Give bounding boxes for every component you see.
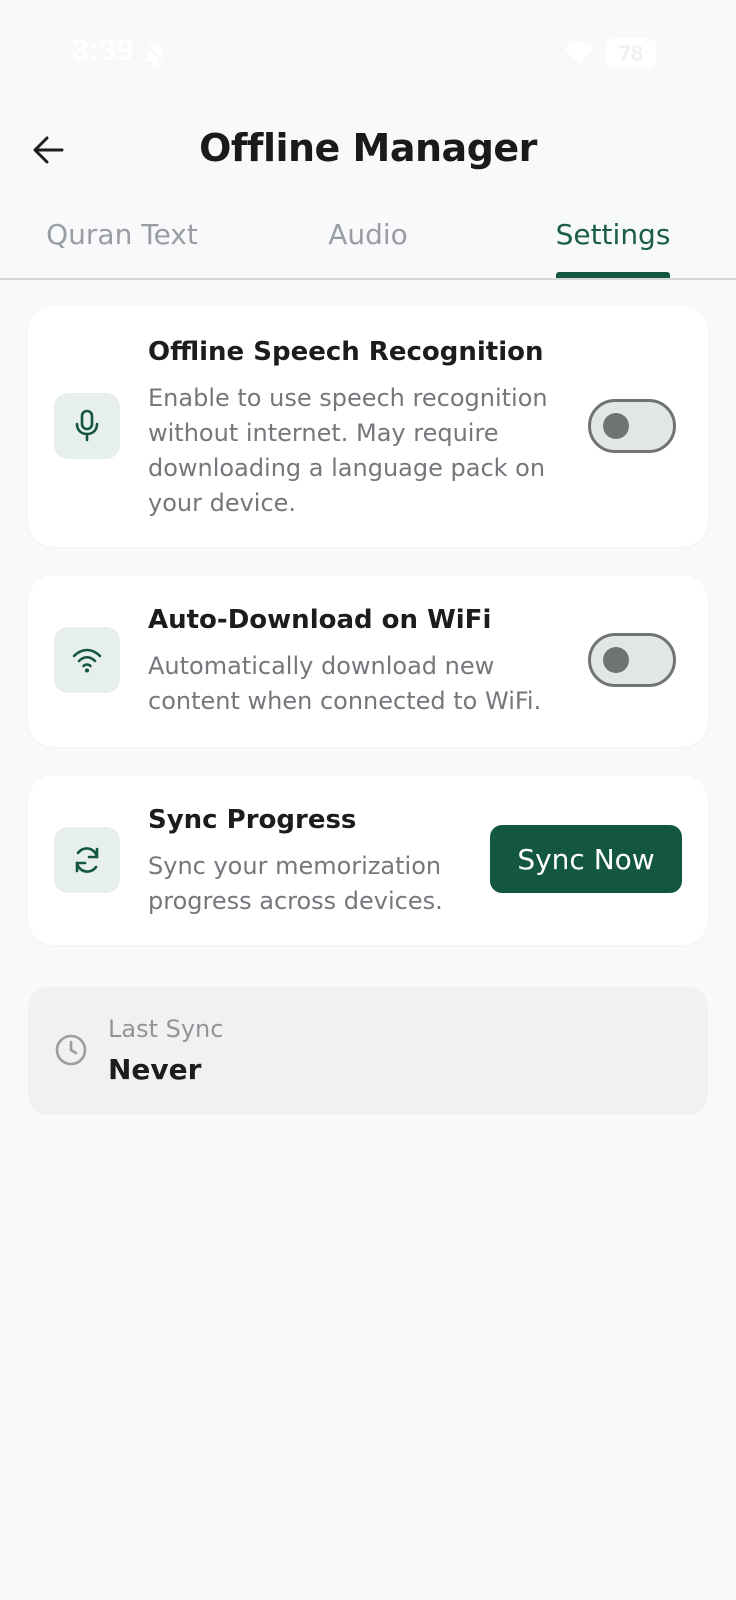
sync-now-button[interactable]: Sync Now <box>490 825 682 893</box>
wifi-description: Automatically download new content when … <box>148 652 542 715</box>
status-bar: 3:39 78 <box>0 0 736 100</box>
wifi-toggle[interactable] <box>588 633 676 687</box>
speech-icon-box <box>54 393 120 459</box>
toggle-knob <box>603 647 629 673</box>
battery-level: 78 <box>618 41 644 66</box>
active-tab-indicator <box>556 272 670 278</box>
sync-progress-card: Sync Progress Sync your memorization pro… <box>28 775 708 945</box>
toggle-knob <box>603 413 629 439</box>
tab-settings[interactable]: Settings <box>546 218 680 278</box>
sync-title: Sync Progress <box>148 805 357 835</box>
microphone-icon <box>75 409 99 442</box>
speech-title: Offline Speech Recognition <box>148 337 544 367</box>
sync-icon <box>75 847 99 873</box>
clock-icon <box>55 1034 87 1066</box>
battery-indicator: 78 <box>606 38 656 68</box>
wifi-status-icon <box>564 42 594 64</box>
last-sync-panel: Last Sync Never <box>28 987 708 1115</box>
last-sync-value: Never <box>108 1053 202 1086</box>
wifi-icon-box <box>54 627 120 693</box>
wifi-icon <box>72 648 102 673</box>
tab-audio[interactable]: Audio <box>300 218 436 278</box>
wifi-title: Auto-Download on WiFi <box>148 605 492 635</box>
tab-bar: Quran Text Audio Settings <box>0 210 736 280</box>
sync-description: Sync your memorization progress across d… <box>148 852 443 915</box>
sync-icon-box <box>54 827 120 893</box>
speech-toggle[interactable] <box>588 399 676 453</box>
speech-recognition-card: Offline Speech Recognition Enable to use… <box>28 305 708 547</box>
bell-muted-icon <box>144 42 166 67</box>
auto-download-card: Auto-Download on WiFi Automatically down… <box>28 575 708 747</box>
tab-quran-text[interactable]: Quran Text <box>32 218 212 278</box>
last-sync-label: Last Sync <box>108 1015 224 1043</box>
page-title: Offline Manager <box>199 126 537 170</box>
status-time: 3:39 <box>72 34 135 67</box>
speech-description: Enable to use speech recognition without… <box>148 384 548 517</box>
